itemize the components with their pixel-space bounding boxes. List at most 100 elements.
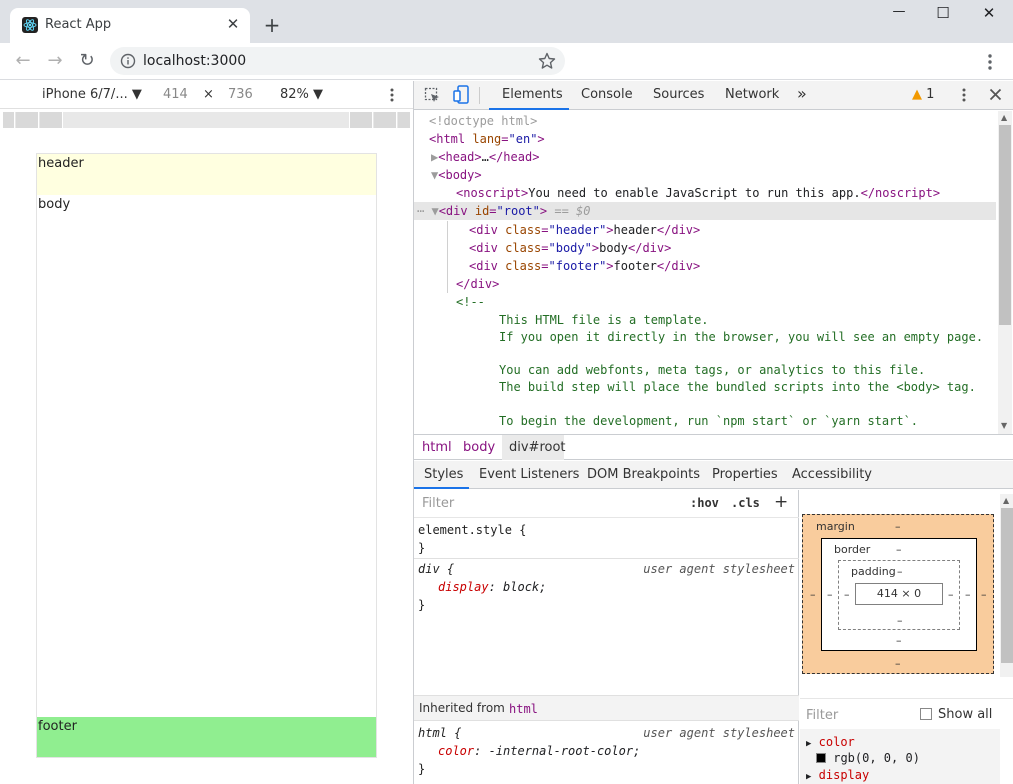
dom-node-root[interactable]: ⋯ ▼<div id="root"> == $0 (417, 202, 590, 220)
address-bar[interactable]: localhost:3000 (110, 47, 565, 75)
dom-node-body-div[interactable]: <div class="body">body</div> (469, 239, 671, 257)
device-width-input[interactable]: 414 (163, 87, 188, 102)
border-bottom-value[interactable]: – (896, 634, 902, 647)
computed-filter-input[interactable]: Filter (806, 708, 838, 723)
margin-bottom-value[interactable]: – (895, 657, 901, 670)
tab-properties[interactable]: Properties (712, 467, 778, 482)
inspect-element-icon[interactable] (424, 87, 441, 104)
border-left-value[interactable]: – (827, 588, 833, 601)
expand-arrow-icon[interactable]: ▶ (806, 739, 811, 749)
computed-scroll-thumb[interactable] (1001, 508, 1013, 663)
dom-scrollbar[interactable]: ▲ ▼ (998, 111, 1012, 434)
ruler-segment[interactable] (398, 112, 411, 128)
rule-close-brace: } (418, 762, 426, 776)
prop-name: display (438, 580, 489, 594)
reload-icon[interactable]: ↻ (77, 51, 97, 71)
browser-menu-icon[interactable] (982, 52, 998, 72)
computed-prop-color[interactable]: ▶ color (806, 735, 855, 749)
computed-prop-display[interactable]: ▶ display (806, 768, 869, 782)
device-select[interactable]: iPhone 6/7/... ▼ (42, 87, 142, 102)
box-model-padding[interactable]: padding – – – – 414 × 0 (838, 560, 960, 630)
dom-tree[interactable]: <!doctype html> <html lang="en"> ▶<head>… (414, 111, 1000, 434)
warnings-badge[interactable]: ▲ 1 (912, 87, 934, 102)
margin-top-value[interactable]: – (895, 520, 901, 533)
window-close-icon[interactable]: ✕ (966, 4, 1012, 28)
border-top-value[interactable]: – (896, 543, 902, 556)
border-right-value[interactable]: – (965, 588, 971, 601)
margin-right-value[interactable]: – (981, 588, 987, 601)
attr-value: "footer" (548, 259, 607, 273)
rule-html[interactable]: html {user agent stylesheet color: -inte… (414, 724, 799, 778)
tab-event-listeners[interactable]: Event Listeners (479, 467, 579, 482)
browser-tab[interactable]: React App ✕ (10, 8, 250, 43)
tab-close-icon[interactable]: ✕ (225, 16, 241, 32)
scroll-up-icon[interactable]: ▲ (1003, 496, 1009, 505)
dom-node-head[interactable]: ▶<head>…</head> (431, 148, 539, 166)
devtools-close-icon[interactable] (989, 88, 1002, 101)
minimize-icon[interactable]: — (876, 4, 922, 28)
box-model-margin[interactable]: margin – – – – border – – – – padding – … (802, 514, 994, 674)
inherited-tag[interactable]: html (509, 702, 538, 716)
expand-arrow-icon[interactable]: ▶ (806, 772, 811, 782)
breadcrumb-html[interactable]: html (422, 440, 452, 455)
rule-div[interactable]: div {user agent stylesheet display: bloc… (414, 560, 799, 614)
ruler-segment[interactable] (3, 112, 15, 128)
rule-source[interactable]: user agent stylesheet (643, 724, 795, 742)
maximize-icon[interactable]: ☐ (920, 4, 966, 28)
node-actions-icon[interactable]: ⋯ (417, 204, 424, 218)
margin-left-value[interactable]: – (810, 588, 816, 601)
box-model-content[interactable]: 414 × 0 (855, 583, 943, 605)
show-all-label[interactable]: Show all (938, 707, 992, 722)
tab-elements[interactable]: Elements (489, 81, 569, 110)
new-tab-button[interactable]: + (262, 15, 282, 35)
rule-source[interactable]: user agent stylesheet (643, 560, 795, 578)
dom-node-header[interactable]: <div class="header">header</div> (469, 221, 700, 239)
color-swatch[interactable] (816, 753, 826, 763)
padding-top-value[interactable]: – (897, 565, 903, 578)
ruler-segment[interactable] (64, 112, 350, 128)
padding-left-value[interactable]: – (844, 588, 850, 601)
more-options-icon[interactable] (388, 87, 396, 103)
scroll-down-icon[interactable]: ▼ (1001, 421, 1007, 430)
ruler-segment[interactable] (16, 112, 39, 128)
dom-node-body[interactable]: ▼<body> (431, 166, 482, 184)
bookmark-star-icon[interactable] (538, 52, 556, 70)
breadcrumb-div-root[interactable]: div#root (509, 440, 566, 455)
rule-element-style[interactable]: element.style { } (414, 521, 799, 557)
tab-styles[interactable]: Styles (414, 461, 469, 489)
collapse-arrow-icon[interactable]: ▼ (431, 204, 438, 218)
ruler-segment[interactable] (40, 112, 63, 128)
tab-accessibility[interactable]: Accessibility (792, 467, 872, 482)
dom-scroll-thumb[interactable] (999, 125, 1011, 325)
dom-node-footer[interactable]: <div class="footer">footer</div> (469, 257, 700, 275)
back-icon[interactable]: ← (13, 51, 33, 71)
breadcrumb-body[interactable]: body (463, 440, 495, 455)
tab-console[interactable]: Console (581, 87, 633, 102)
new-rule-button[interactable]: + (774, 492, 788, 512)
tab-dom-breakpoints[interactable]: DOM Breakpoints (587, 467, 700, 482)
chevron-down-icon: ▼ (131, 87, 142, 102)
tab-sources[interactable]: Sources (653, 87, 704, 102)
info-icon[interactable] (120, 53, 136, 69)
tab-network[interactable]: Network (725, 87, 779, 102)
box-model-border[interactable]: border – – – – padding – – – – 414 × 0 (821, 538, 977, 651)
padding-bottom-value[interactable]: – (897, 614, 903, 627)
computed-scrollbar[interactable]: ▲ (1000, 494, 1013, 677)
styles-filter-input[interactable]: Filter (416, 494, 680, 514)
scroll-up-icon[interactable]: ▲ (1001, 113, 1007, 122)
devtools-menu-icon[interactable] (960, 87, 968, 103)
ruler-segment[interactable] (374, 112, 397, 128)
cls-toggle[interactable]: .cls (731, 496, 760, 510)
ruler-segment[interactable] (350, 112, 373, 128)
device-height-input[interactable]: 736 (228, 87, 253, 102)
show-all-checkbox[interactable] (920, 708, 932, 720)
media-query-ruler[interactable] (3, 112, 411, 128)
dom-node-noscript[interactable]: <noscript>You need to enable JavaScript … (456, 184, 940, 202)
forward-icon[interactable]: → (45, 51, 65, 71)
hov-toggle[interactable]: :hov (690, 496, 719, 510)
zoom-select[interactable]: 82% ▼ (280, 87, 323, 102)
more-tabs-icon[interactable]: » (797, 84, 807, 103)
dom-node-html[interactable]: <html lang="en"> (429, 130, 545, 148)
padding-right-value[interactable]: – (948, 588, 954, 601)
device-toggle-icon[interactable] (453, 85, 469, 105)
